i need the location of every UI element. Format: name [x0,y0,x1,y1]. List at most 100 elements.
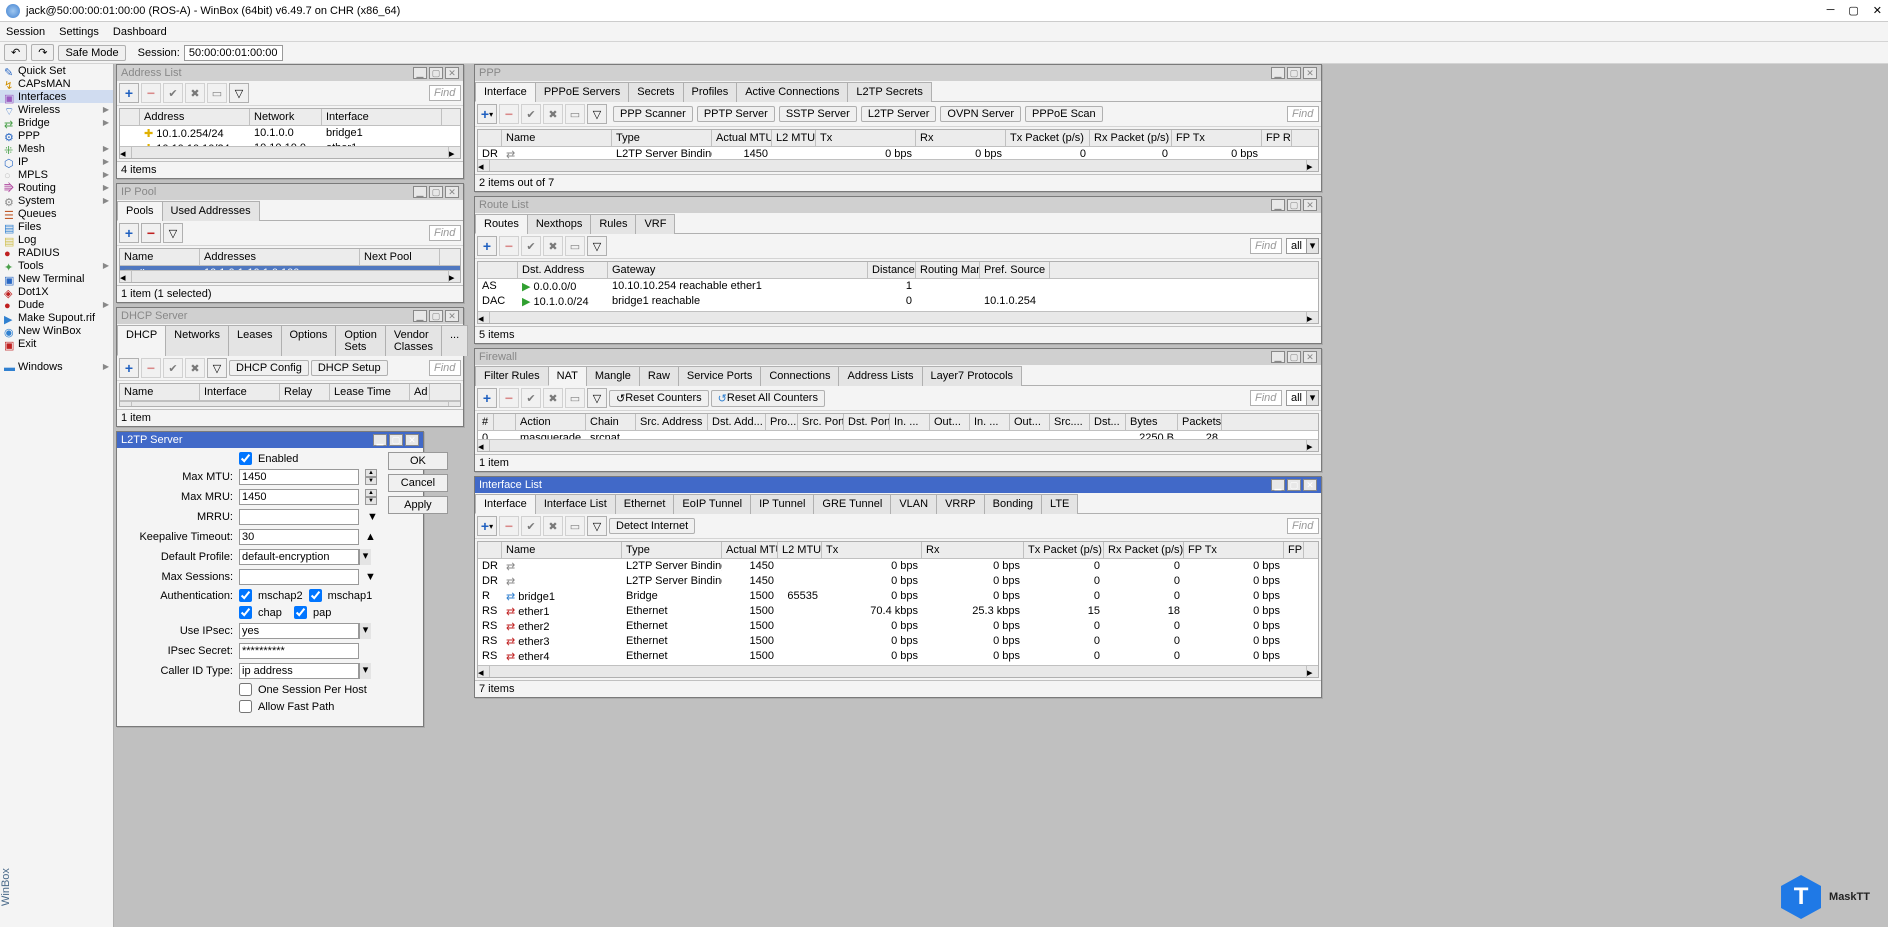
sidebar-item-ppp[interactable]: ⚙PPP [0,129,113,142]
tab-ethernet[interactable]: Ethernet [615,494,675,514]
column-header[interactable]: Rx Packet (p/s) [1104,542,1184,558]
column-header[interactable]: FP Tx [1184,542,1284,558]
close-icon[interactable]: ✕ [1873,4,1882,17]
pppoe-scan-button[interactable]: PPPoE Scan [1025,106,1103,122]
table-row[interactable]: RS⇄ ether3Ethernet15000 bps0 bps000 bps [478,634,1318,649]
column-header[interactable] [120,109,140,125]
table-row[interactable]: RS⇄ ether2Ethernet15000 bps0 bps000 bps [478,619,1318,634]
tab-gre-tunnel[interactable]: GRE Tunnel [813,494,891,514]
sidebar-item-dot1x[interactable]: ◈Dot1X [0,285,113,298]
filter-button[interactable]: ▽ [229,83,249,103]
dhcp-config-button[interactable]: DHCP Config [229,360,309,376]
min-icon[interactable]: ▁ [413,67,427,79]
column-header[interactable]: Pro... [766,414,798,430]
ppp-scanner-button[interactable]: PPP Scanner [613,106,693,122]
redo-button[interactable]: ↷ [31,44,54,61]
tab-eoip-tunnel[interactable]: EoIP Tunnel [673,494,751,514]
column-header[interactable]: Dst... [1090,414,1126,430]
apply-button[interactable]: Apply [388,496,448,514]
column-header[interactable]: Src. Address [636,414,708,430]
table-row[interactable]: RS⇄ ether1Ethernet150070.4 kbps25.3 kbps… [478,604,1318,619]
column-header[interactable]: FP Tx [1172,130,1262,146]
column-header[interactable]: In. ... [890,414,930,430]
column-header[interactable]: FP R [1262,130,1292,146]
fast-path-checkbox[interactable] [239,700,252,713]
column-header[interactable]: Src.... [1050,414,1090,430]
reset-all-counters-button[interactable]: ↺ Reset All Counters [711,390,825,407]
column-header[interactable]: Bytes [1126,414,1178,430]
sidebar-item-interfaces[interactable]: ▣Interfaces [0,90,113,103]
column-header[interactable] [478,542,502,558]
column-header[interactable]: Tx [816,130,916,146]
tab-interface-list[interactable]: Interface List [535,494,616,514]
column-header[interactable]: Name [120,249,200,265]
table-row[interactable]: DR⇄ L2TP Server Binding14500 bps0 bps000… [478,574,1318,589]
sidebar-item-make-supout.rif[interactable]: ▶Make Supout.rif [0,311,113,324]
table-row[interactable]: DR⇄ L2TP Server Binding14500 bps0 bps000… [478,559,1318,574]
sidebar-item-files[interactable]: ▤Files [0,220,113,233]
tab-vrrp[interactable]: VRRP [936,494,985,514]
sidebar-item-ip[interactable]: ⬡IP▶ [0,155,113,168]
column-header[interactable]: Ad [410,384,430,400]
mschap1-checkbox[interactable] [309,589,322,602]
ipsec-secret-input[interactable] [239,643,359,659]
table-row[interactable]: RS⇄ ether4Ethernet15000 bps0 bps000 bps [478,649,1318,664]
sstp-server-button[interactable]: SSTP Server [779,106,857,122]
sidebar-item-routing[interactable]: ⭆Routing▶ [0,181,113,194]
tab-vlan[interactable]: VLAN [890,494,937,514]
safe-mode-button[interactable]: Safe Mode [58,45,125,61]
tab-dhcp[interactable]: DHCP [117,325,166,356]
keepalive-input[interactable] [239,529,359,545]
column-header[interactable]: Src. Port [798,414,844,430]
tab-rules[interactable]: Rules [590,214,636,234]
sidebar-item-mpls[interactable]: ○MPLS▶ [0,168,113,181]
enable-button[interactable]: ✔ [163,83,183,103]
table-row[interactable]: AS▶ 0.0.0.0/010.10.10.254 reachable ethe… [478,279,1318,294]
column-header[interactable]: Type [612,130,712,146]
column-header[interactable]: L2 MTU [778,542,822,558]
column-header[interactable]: Rx [922,542,1024,558]
max-sessions-input[interactable] [239,569,359,585]
tab-interface[interactable]: Interface [475,494,536,514]
sidebar-item-windows[interactable]: ▬Windows▶ [0,360,113,373]
mschap2-checkbox[interactable] [239,589,252,602]
column-header[interactable]: Network [250,109,322,125]
sidebar-item-capsman[interactable]: ↯CAPsMAN [0,77,113,90]
disable-button[interactable]: ✖ [185,83,205,103]
enabled-checkbox[interactable] [239,452,252,465]
column-header[interactable]: Actual MTU [722,542,778,558]
cancel-button[interactable]: Cancel [388,474,448,492]
column-header[interactable]: Dst. Port [844,414,890,430]
sidebar-item-quick-set[interactable]: ✎Quick Set [0,64,113,77]
tab-...[interactable]: ... [441,325,468,356]
menu-dashboard[interactable]: Dashboard [113,26,167,38]
mrru-input[interactable] [239,509,359,525]
ipsec-select[interactable] [239,623,359,639]
column-header[interactable]: Name [120,384,200,400]
column-header[interactable]: Dst. Add... [708,414,766,430]
tab-mangle[interactable]: Mangle [586,366,640,386]
tab-vendor-classes[interactable]: Vendor Classes [385,325,442,356]
remove-button[interactable]: − [141,83,161,103]
tab-bonding[interactable]: Bonding [984,494,1042,514]
sidebar-item-wireless[interactable]: ⌔Wireless▶ [0,103,113,116]
sidebar-item-system[interactable]: ⚙System▶ [0,194,113,207]
column-header[interactable]: Out... [1010,414,1050,430]
column-header[interactable]: Action [516,414,586,430]
column-header[interactable]: Address [140,109,250,125]
l2tp-server-button[interactable]: L2TP Server [861,106,937,122]
column-header[interactable]: Tx Packet (p/s) [1006,130,1090,146]
tab-networks[interactable]: Networks [165,325,229,356]
sidebar-item-tools[interactable]: ✦Tools▶ [0,259,113,272]
column-header[interactable]: Type [622,542,722,558]
max-mru-input[interactable] [239,489,359,505]
maximize-icon[interactable]: ▢ [1848,4,1858,17]
sidebar-item-mesh[interactable]: ⁜Mesh▶ [0,142,113,155]
tab-vrf[interactable]: VRF [635,214,675,234]
undo-button[interactable]: ↶ [4,44,27,61]
pap-checkbox[interactable] [294,606,307,619]
column-header[interactable]: Interface [200,384,280,400]
sidebar-item-dude[interactable]: ●Dude▶ [0,298,113,311]
one-session-checkbox[interactable] [239,683,252,696]
chap-checkbox[interactable] [239,606,252,619]
